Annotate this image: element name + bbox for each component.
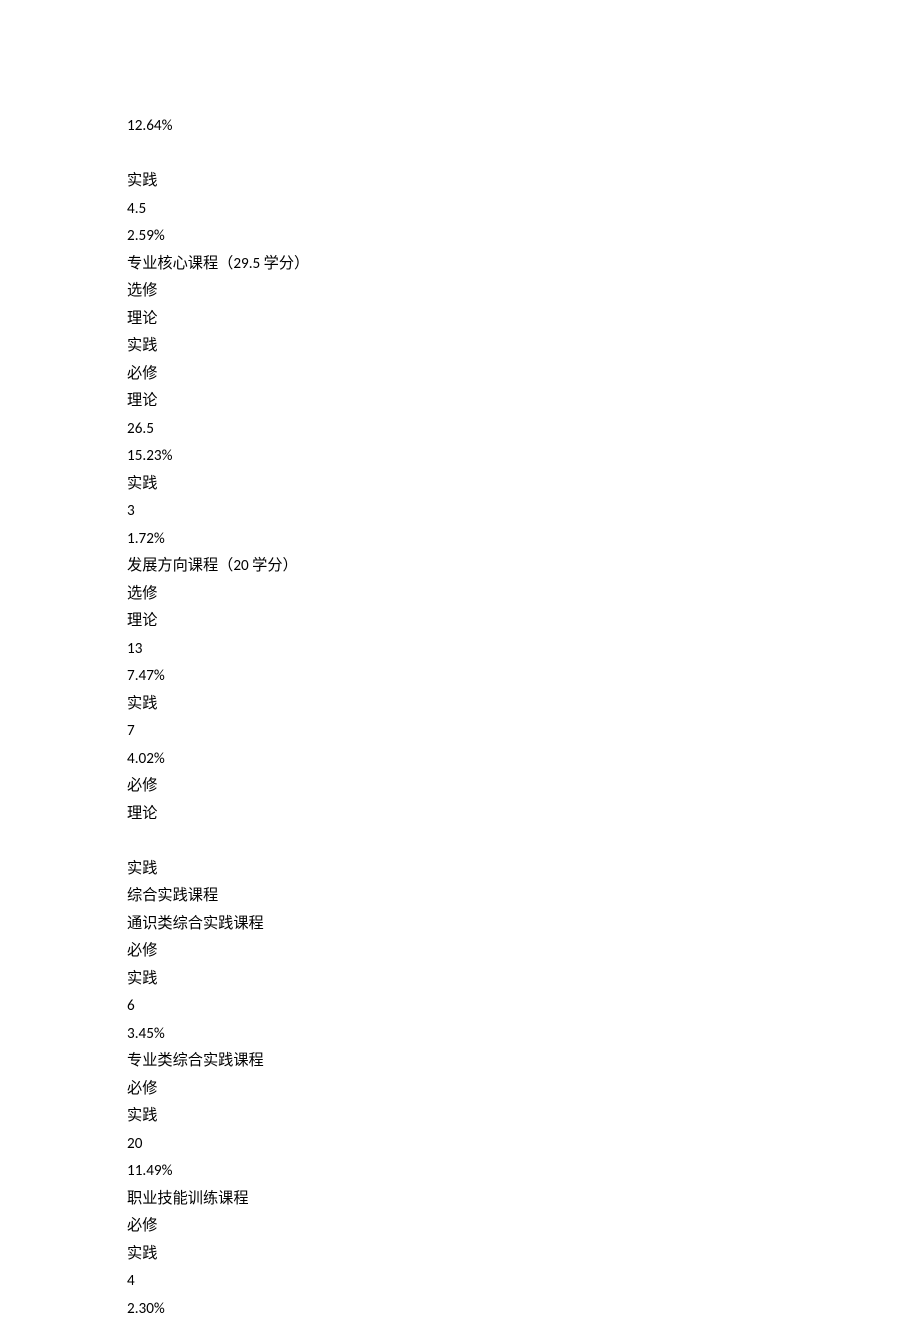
text-line: 必修	[127, 773, 920, 801]
text-line: 必修	[127, 938, 920, 966]
text-line: 11.49%	[127, 1158, 920, 1186]
text-line: 职业技能训练课程	[127, 1186, 920, 1214]
text-line: 4.5	[127, 196, 920, 224]
text-line: 必修	[127, 1076, 920, 1104]
text-line: 1.72%	[127, 526, 920, 554]
text-line: 发展方向课程（20 学分）	[127, 553, 920, 581]
text-line: 13	[127, 636, 920, 664]
document-page: 12.64% 实践 4.5 2.59% 专业核心课程（29.5 学分） 选修 理…	[0, 0, 920, 1323]
text-line: 必修	[127, 361, 920, 389]
text-line: 3	[127, 498, 920, 526]
text-line: 理论	[127, 306, 920, 334]
text-line: 2.59%	[127, 223, 920, 251]
text-line: 实践	[127, 168, 920, 196]
text-line: 选修	[127, 278, 920, 306]
text-line: 理论	[127, 608, 920, 636]
text-line: 2.30%	[127, 1296, 920, 1323]
text-line: 理论	[127, 388, 920, 416]
text-line: 实践	[127, 691, 920, 719]
text-line: 专业核心课程（29.5 学分）	[127, 251, 920, 279]
text-line: 专业类综合实践课程	[127, 1048, 920, 1076]
text-line: 15.23%	[127, 443, 920, 471]
text-line: 20	[127, 1131, 920, 1159]
text-line: 3.45%	[127, 1021, 920, 1049]
text-line: 6	[127, 993, 920, 1021]
text-line: 实践	[127, 1241, 920, 1269]
blank-line	[127, 141, 920, 169]
text-line: 4.02%	[127, 746, 920, 774]
text-line: 实践	[127, 856, 920, 884]
text-line: 4	[127, 1268, 920, 1296]
text-line: 实践	[127, 333, 920, 361]
text-line: 7.47%	[127, 663, 920, 691]
text-line: 必修	[127, 1213, 920, 1241]
text-line: 实践	[127, 1103, 920, 1131]
text-line: 26.5	[127, 416, 920, 444]
blank-line	[127, 828, 920, 856]
text-line: 通识类综合实践课程	[127, 911, 920, 939]
text-line: 实践	[127, 471, 920, 499]
text-line: 理论	[127, 801, 920, 829]
text-line: 12.64%	[127, 113, 920, 141]
text-line: 选修	[127, 581, 920, 609]
text-line: 7	[127, 718, 920, 746]
text-line: 实践	[127, 966, 920, 994]
text-line: 综合实践课程	[127, 883, 920, 911]
